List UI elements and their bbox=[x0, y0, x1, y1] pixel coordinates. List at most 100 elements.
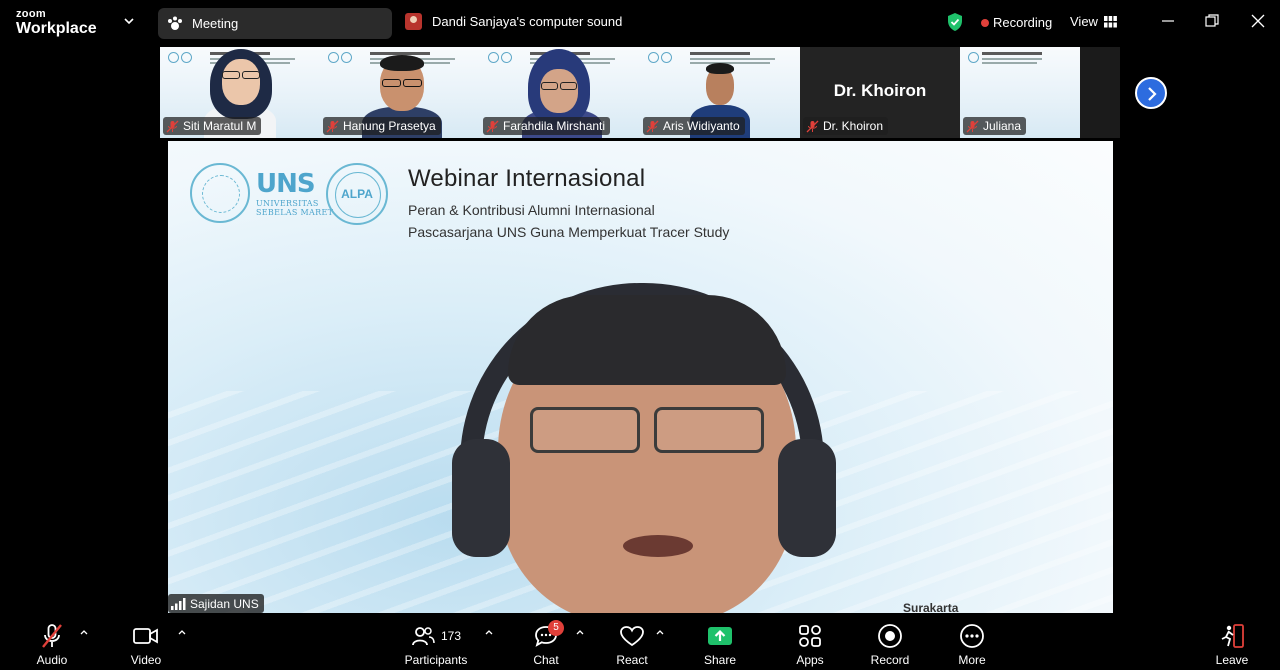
chevron-up-icon[interactable] bbox=[655, 627, 665, 637]
chevron-up-icon[interactable] bbox=[575, 627, 585, 637]
mic-muted-icon bbox=[966, 120, 979, 132]
participant-nametag: Siti Maratul M bbox=[163, 117, 262, 135]
uns-logo-text: UNS bbox=[256, 169, 316, 199]
headphone-earcup bbox=[452, 439, 510, 557]
recording-label: Recording bbox=[993, 15, 1053, 30]
participant-nametag: Aris Widiyanto bbox=[643, 117, 745, 135]
audio-label: Audio bbox=[36, 653, 68, 667]
apps-label: Apps bbox=[796, 653, 824, 667]
participant-tile[interactable]: Juliana bbox=[960, 47, 1080, 138]
leave-button[interactable]: Leave bbox=[1212, 615, 1252, 670]
participant-name: Farahdila Mirshanti bbox=[503, 119, 606, 133]
brand-zoom: zoom bbox=[16, 8, 46, 20]
grid-view-icon bbox=[1103, 15, 1117, 27]
participant-tile[interactable]: Dr. Khoiron Dr. Khoiron bbox=[800, 47, 960, 138]
uns-wordmark: UNS UNIVERSITAS SEBELAS MARET bbox=[256, 169, 333, 217]
participants-button[interactable]: 173 Participants bbox=[400, 615, 472, 670]
minimize-icon[interactable] bbox=[1160, 13, 1176, 29]
meeting-label: Meeting bbox=[192, 16, 239, 31]
recording-indicator[interactable]: Recording bbox=[981, 15, 1052, 30]
speaker-name: Sajidan UNS bbox=[190, 596, 259, 611]
uns-seal-logo bbox=[190, 163, 250, 223]
chevron-up-icon[interactable] bbox=[177, 627, 187, 637]
chat-label: Chat bbox=[533, 653, 559, 667]
uns-logo-subtext: UNIVERSITAS bbox=[256, 199, 319, 208]
alpa-logo: ALPA bbox=[326, 163, 388, 225]
uns-logo-subtext: SEBELAS MARET bbox=[256, 208, 334, 217]
more-label: More bbox=[958, 653, 986, 667]
video-camera-icon bbox=[133, 628, 158, 644]
react-button[interactable]: React bbox=[612, 615, 652, 670]
share-button[interactable]: Share bbox=[700, 615, 740, 670]
close-icon[interactable] bbox=[1250, 13, 1266, 29]
mic-muted-icon bbox=[326, 120, 339, 132]
thumbnail-strip: Siti Maratul M Hanung Prasetya Farahdila… bbox=[160, 47, 1120, 138]
apps-button[interactable]: Apps bbox=[790, 615, 830, 670]
chevron-up-icon[interactable] bbox=[484, 627, 494, 637]
participant-nametag: Juliana bbox=[963, 117, 1027, 135]
participants-label: Participants bbox=[404, 653, 468, 667]
video-label: Video bbox=[130, 653, 162, 667]
more-button[interactable]: More bbox=[952, 615, 992, 670]
mic-muted-icon bbox=[806, 120, 819, 132]
glasses-lens bbox=[654, 407, 764, 453]
record-icon bbox=[878, 624, 902, 648]
computer-sound-indicator: Dandi Sanjaya's computer sound bbox=[405, 13, 622, 30]
video-button[interactable]: Video bbox=[124, 615, 168, 670]
mic-muted-icon bbox=[646, 120, 659, 132]
signal-bars-icon bbox=[171, 597, 186, 610]
more-icon bbox=[960, 624, 984, 648]
mic-muted-icon bbox=[486, 120, 499, 132]
chat-unread-badge: 5 bbox=[548, 620, 564, 636]
meeting-tab[interactable]: Meeting bbox=[158, 8, 392, 39]
chevron-up-icon[interactable] bbox=[79, 627, 89, 637]
chat-button[interactable]: 5 Chat bbox=[528, 615, 564, 670]
sound-share-label: Dandi Sanjaya's computer sound bbox=[432, 14, 623, 29]
glasses-lens bbox=[530, 407, 640, 453]
participant-display-name: Dr. Khoiron bbox=[833, 81, 927, 100]
speaker-figure bbox=[448, 279, 848, 613]
record-button[interactable]: Record bbox=[866, 615, 914, 670]
slide-subtitle: Peran & Kontribusi Alumni Internasional bbox=[408, 202, 655, 218]
active-speaker-video[interactable]: UNS UNIVERSITAS SEBELAS MARET ALPA Webin… bbox=[168, 141, 1113, 613]
react-label: React bbox=[616, 653, 648, 667]
record-label: Record bbox=[870, 653, 910, 667]
chevron-down-icon[interactable] bbox=[122, 14, 136, 28]
next-page-button[interactable] bbox=[1135, 77, 1167, 109]
participant-nametag: Dr. Khoiron bbox=[803, 117, 889, 135]
audio-button[interactable]: Audio bbox=[30, 615, 74, 670]
speaker-nametag: Sajidan UNS bbox=[168, 594, 264, 613]
avatar bbox=[405, 13, 422, 30]
participant-tile[interactable]: Siti Maratul M bbox=[160, 47, 320, 138]
restore-icon[interactable] bbox=[1204, 13, 1220, 29]
mic-muted-icon bbox=[42, 624, 62, 648]
participant-tile[interactable]: Hanung Prasetya bbox=[320, 47, 480, 138]
participant-tile[interactable]: Aris Widiyanto bbox=[640, 47, 800, 138]
participants-count: 173 bbox=[440, 629, 462, 643]
app-brand: zoom Workplace bbox=[16, 9, 97, 37]
participant-name: Hanung Prasetya bbox=[343, 119, 436, 133]
leave-icon bbox=[1221, 624, 1244, 648]
chevron-right-icon bbox=[1148, 87, 1157, 101]
slide-title: Webinar Internasional bbox=[408, 165, 646, 192]
title-bar: zoom Workplace Meeting Dandi Sanjaya's c… bbox=[0, 0, 1280, 46]
mini-slide bbox=[968, 52, 1080, 72]
participant-nametag: Hanung Prasetya bbox=[323, 117, 441, 135]
shield-icon[interactable] bbox=[946, 12, 964, 32]
headphone-earcup bbox=[778, 439, 836, 557]
slide-location: Surakarta bbox=[903, 601, 959, 613]
participant-nametag: Farahdila Mirshanti bbox=[483, 117, 611, 135]
alpa-logo-text: ALPA bbox=[341, 187, 373, 201]
meeting-icon bbox=[168, 16, 182, 30]
participant-name: Siti Maratul M bbox=[183, 119, 257, 133]
speaker-mouth bbox=[623, 535, 693, 557]
heart-icon bbox=[620, 626, 644, 647]
speaker-hair bbox=[508, 295, 786, 385]
participant-name: Dr. Khoiron bbox=[823, 119, 884, 133]
share-label: Share bbox=[703, 653, 737, 667]
participant-tile[interactable]: Farahdila Mirshanti bbox=[480, 47, 640, 138]
mic-muted-icon bbox=[166, 120, 179, 132]
view-label: View bbox=[1070, 14, 1098, 29]
participant-name: Aris Widiyanto bbox=[663, 119, 740, 133]
view-button[interactable]: View bbox=[1070, 14, 1117, 29]
